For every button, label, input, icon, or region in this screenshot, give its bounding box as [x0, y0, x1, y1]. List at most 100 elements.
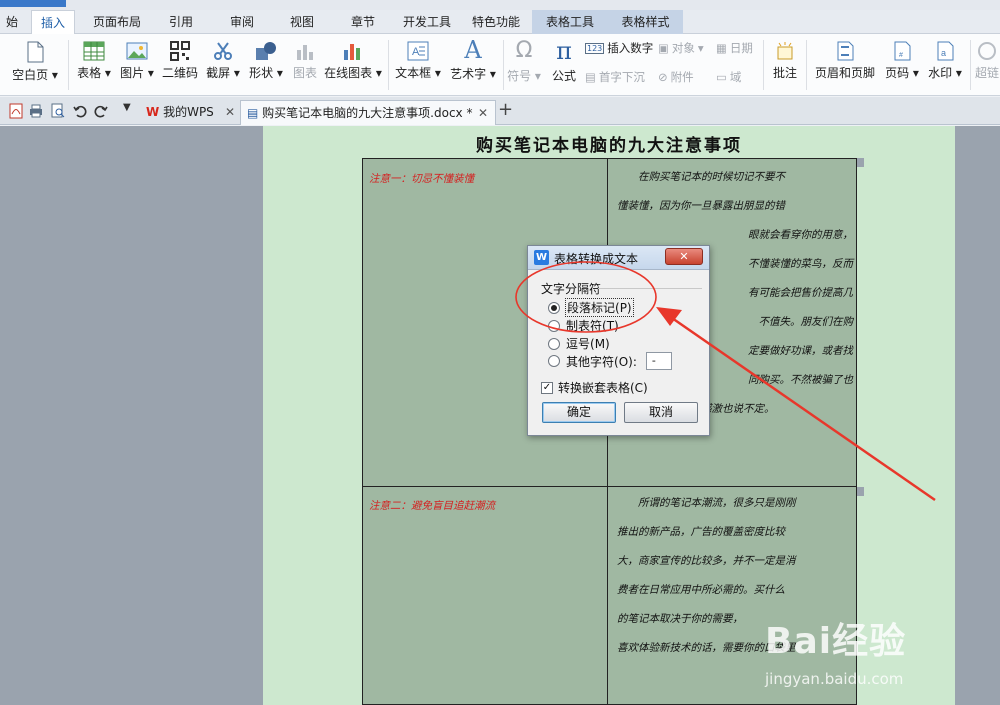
radio-indicator[interactable]: [548, 301, 560, 314]
table-cell-line: 在购买笔记本的时候切记不要不: [638, 171, 785, 183]
redo-icon[interactable]: [93, 103, 109, 119]
tab-my-wps-label: 我的WPS: [163, 105, 214, 119]
table-row-marker[interactable]: [857, 158, 864, 167]
undo-icon[interactable]: [72, 103, 88, 119]
header-footer-button[interactable]: 页眉和页脚: [812, 40, 878, 81]
tab-page-layout[interactable]: 页面布局: [82, 10, 152, 34]
radio-indicator[interactable]: [548, 337, 560, 350]
ribbon-divider: [68, 40, 69, 90]
tab-developer[interactable]: 开发工具: [396, 10, 458, 34]
tab-section[interactable]: 章节: [340, 10, 386, 34]
quick-access-dropdown-icon[interactable]: ▼: [123, 102, 131, 113]
dialog-close-button[interactable]: ✕: [665, 248, 703, 265]
svg-text:a: a: [941, 48, 946, 58]
textbox-label: 文本框: [395, 66, 432, 80]
wordart-button[interactable]: A 艺术字 ▾: [448, 37, 498, 82]
convert-nested-checkbox[interactable]: ✓ 转换嵌套表格(C): [541, 379, 648, 396]
tab-document-label: 购买笔记本电脑的九大注意事项.docx *: [262, 106, 473, 120]
bar-chart-icon: [297, 45, 313, 60]
dialog-title: 表格转换成文本: [554, 252, 639, 266]
radio-comma[interactable]: 逗号(M): [548, 335, 610, 352]
watermark-logo-text: Bai经验: [765, 621, 907, 662]
ribbon-divider: [763, 40, 764, 90]
print-preview-icon[interactable]: [50, 103, 66, 119]
wordart-label: 艺术字: [450, 67, 487, 81]
other-char-input[interactable]: -: [645, 352, 672, 370]
separator-group-label: 文字分隔符: [541, 282, 602, 296]
pi-icon: π: [556, 37, 572, 65]
tab-document[interactable]: ▤ 购买笔记本电脑的九大注意事项.docx * ✕: [240, 100, 496, 125]
insert-number-label: 插入数字: [607, 41, 654, 55]
tab-table-style[interactable]: 表格样式: [608, 10, 683, 34]
checkbox-checked-icon[interactable]: ✓: [541, 381, 553, 394]
shape-button[interactable]: 形状 ▾: [246, 40, 286, 81]
document-icon: ▤: [247, 106, 259, 120]
scissors-icon: [214, 42, 232, 60]
page-number-label: 页码: [885, 66, 910, 80]
document-title: 购买笔记本电脑的九大注意事项: [476, 136, 742, 156]
field-button[interactable]: ▭ 域: [716, 69, 741, 85]
close-icon[interactable]: ✕: [478, 101, 488, 125]
dropcap-icon: ▤: [585, 70, 596, 84]
watermark-button[interactable]: a 水印 ▾: [925, 40, 965, 81]
number-icon: 123: [585, 42, 605, 54]
picture-button[interactable]: 图片 ▾: [116, 40, 158, 81]
qrcode-button[interactable]: 二维码: [160, 40, 200, 81]
comment-button[interactable]: 批注: [768, 40, 802, 81]
tab-special-features[interactable]: 特色功能: [463, 10, 529, 34]
cancel-button[interactable]: 取消: [624, 402, 698, 423]
tab-insert[interactable]: 插入: [31, 10, 75, 35]
close-icon[interactable]: ✕: [225, 100, 235, 124]
dropcap-button[interactable]: ▤ 首字下沉: [585, 69, 645, 85]
radio-paragraph-mark[interactable]: 段落标记(P): [548, 298, 634, 317]
qrcode-label: 二维码: [161, 66, 198, 80]
ribbon-divider: [503, 40, 504, 90]
dialog-title-bar[interactable]: W 表格转换成文本 ✕: [528, 246, 709, 270]
table-row-marker[interactable]: [857, 487, 864, 496]
radio-other-char[interactable]: 其他字符(O): -: [548, 352, 672, 370]
wordart-icon: A: [464, 36, 482, 64]
tab-view[interactable]: 视图: [279, 10, 325, 34]
watermark-url: jingyan.baidu.com: [765, 670, 904, 688]
table-button[interactable]: 表格 ▾: [74, 40, 114, 81]
page-number-button[interactable]: # 页码 ▾: [882, 40, 922, 81]
hyperlink-button[interactable]: 超链: [974, 40, 1000, 81]
blank-page-button[interactable]: 空白页 ▾: [10, 40, 60, 83]
wps-writer-icon: W: [534, 250, 549, 265]
watermark-icon: a: [937, 41, 954, 61]
object-button[interactable]: ▣ 对象 ▾: [658, 40, 704, 56]
online-chart-button[interactable]: 在线图表 ▾: [322, 40, 384, 81]
formula-button[interactable]: π 公式: [547, 37, 581, 84]
chart-button[interactable]: 图表: [289, 40, 321, 81]
online-chart-label: 在线图表: [324, 66, 373, 80]
screenshot-label: 截屏: [206, 66, 231, 80]
insert-number-button[interactable]: 123 插入数字: [585, 40, 653, 56]
symbol-button[interactable]: Ω 符号 ▾: [506, 37, 542, 84]
tab-references[interactable]: 引用: [158, 10, 204, 34]
link-icon: [978, 42, 996, 60]
radio-indicator[interactable]: [548, 355, 560, 367]
ok-button[interactable]: 确定: [542, 402, 616, 423]
tab-review[interactable]: 审阅: [219, 10, 265, 34]
field-label: 域: [729, 70, 742, 84]
table-cell-heading: 注意一：切忌不懂装懂: [369, 173, 474, 185]
date-button[interactable]: ▦ 日期: [716, 40, 753, 56]
print-icon[interactable]: [28, 103, 44, 119]
pdf-icon[interactable]: [8, 103, 24, 119]
qrcode-icon: [170, 41, 190, 61]
comment-icon: [777, 42, 793, 60]
online-chart-icon: [344, 44, 360, 60]
radio-tab-char[interactable]: 制表符(T): [548, 317, 619, 334]
tab-my-wps[interactable]: W 我的WPS ✕: [140, 100, 238, 125]
tab-home[interactable]: 始: [0, 10, 24, 34]
window-top-strip: [0, 0, 1000, 10]
table-cell-line: 费者在日常应用中所必需的。买什么: [617, 584, 785, 596]
header-footer-icon: [837, 41, 854, 61]
tab-table-tools[interactable]: 表格工具: [532, 10, 608, 34]
radio-indicator[interactable]: [548, 319, 560, 332]
new-tab-button[interactable]: +: [498, 99, 513, 120]
screenshot-button[interactable]: 截屏 ▾: [203, 40, 243, 81]
attachment-button[interactable]: ⊘ 附件: [658, 69, 694, 85]
textbox-button[interactable]: A 文本框 ▾: [394, 40, 442, 81]
shape-icon: [256, 42, 276, 60]
